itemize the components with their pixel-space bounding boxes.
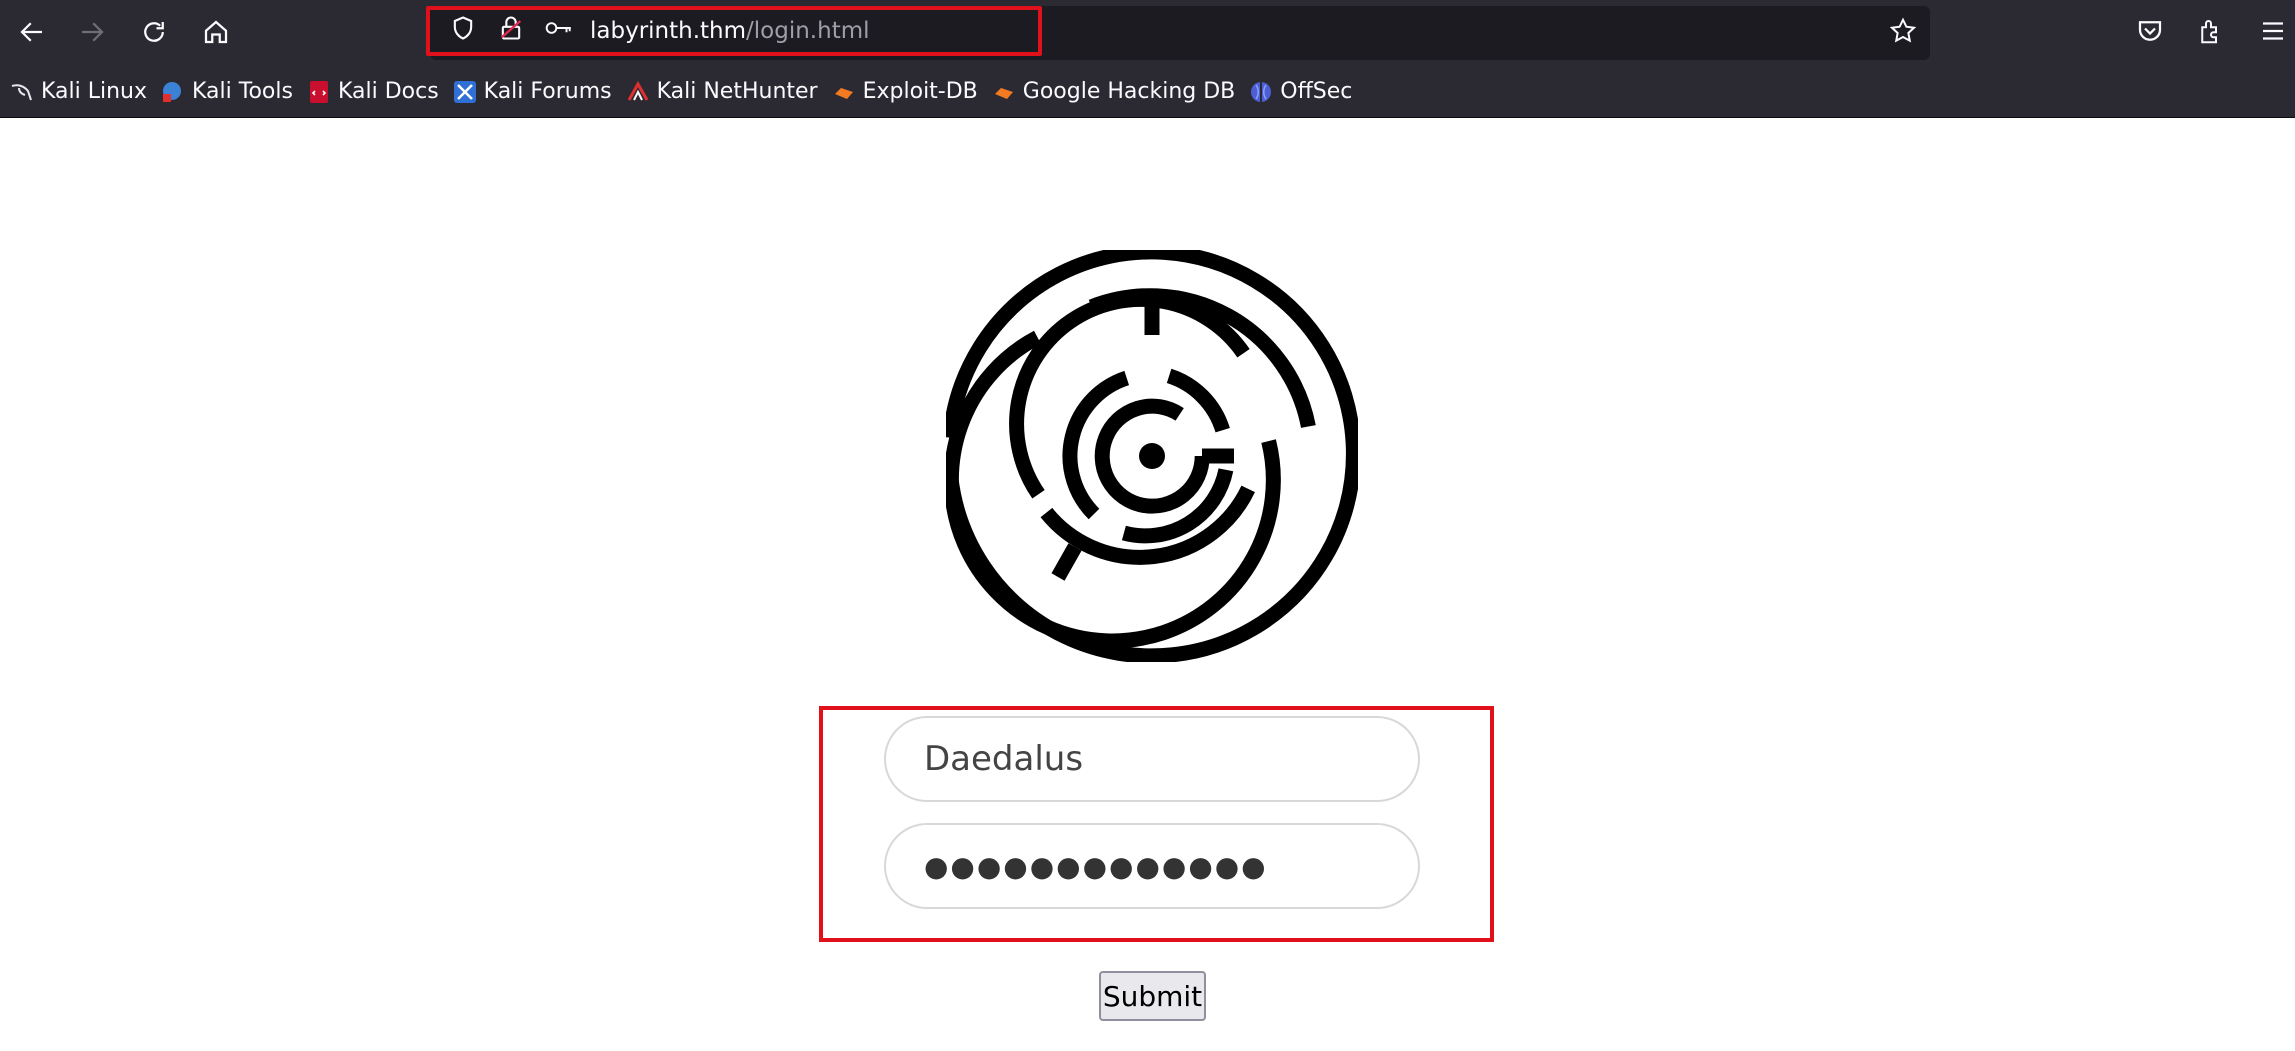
password-mask: ●●●●●●●●●●●●● [924, 849, 1268, 883]
bookmarks-bar: Kali Linux Kali Tools Kali Docs Kali For… [0, 66, 2295, 118]
bookmark-label: Kali NetHunter [656, 79, 818, 104]
password-input[interactable]: ●●●●●●●●●●●●● [884, 823, 1420, 909]
home-icon [204, 20, 228, 44]
username-input[interactable]: Daedalus [884, 716, 1420, 802]
bookmark-label: Kali Forums [483, 79, 612, 104]
shield-icon[interactable] [448, 13, 478, 43]
username-value: Daedalus [924, 739, 1084, 779]
url-text[interactable]: labyrinth.thm/login.html [590, 16, 870, 46]
bookmark-label: Kali Docs [337, 79, 439, 104]
bookmark-offsec[interactable]: OffSec [1249, 74, 1352, 110]
bookmark-label: Exploit-DB [862, 79, 978, 104]
url-host: labyrinth.thm [590, 18, 747, 44]
bookmark-label: Kali Linux [41, 79, 148, 104]
forward-button[interactable] [70, 10, 114, 54]
kali-forums-icon [453, 80, 477, 104]
kali-dragon-icon [10, 80, 34, 104]
maze-center-dot [1139, 443, 1165, 469]
extensions-icon[interactable] [2196, 16, 2226, 46]
bookmark-label: Google Hacking DB [1022, 79, 1236, 104]
reload-icon [144, 22, 164, 42]
bookmark-label: OffSec [1280, 79, 1353, 104]
bookmark-kali-nethunter[interactable]: Kali NetHunter [626, 74, 818, 110]
bookmark-kali-tools[interactable]: Kali Tools [161, 74, 293, 110]
back-arrow-icon [20, 22, 42, 42]
pocket-icon[interactable] [2135, 16, 2165, 46]
bookmark-kali-linux[interactable]: Kali Linux [10, 74, 147, 110]
key-icon[interactable] [544, 13, 574, 43]
bookmark-label: Kali Tools [192, 79, 293, 104]
reload-button[interactable] [132, 10, 176, 54]
kali-tools-icon [161, 80, 185, 104]
menu-icon[interactable] [2258, 16, 2288, 46]
insecure-lock-icon[interactable] [496, 13, 526, 43]
submit-button[interactable]: Submit [1099, 971, 1206, 1021]
bookmark-exploit-db[interactable]: Exploit-DB [832, 74, 978, 110]
exploit-db-icon [832, 80, 856, 104]
kali-docs-icon [307, 80, 331, 104]
back-button[interactable] [10, 10, 54, 54]
bookmark-google-hacking-db[interactable]: Google Hacking DB [992, 74, 1235, 110]
url-path: /login.html [746, 18, 870, 44]
bookmark-kali-docs[interactable]: Kali Docs [307, 74, 439, 110]
ghdb-icon [992, 80, 1016, 104]
bookmark-star-icon[interactable] [1888, 16, 1918, 46]
offsec-icon [1249, 80, 1273, 104]
forward-arrow-icon [82, 22, 104, 42]
browser-toolbar: labyrinth.thm/login.html [0, 0, 2295, 66]
home-button[interactable] [194, 10, 238, 54]
bookmark-kali-forums[interactable]: Kali Forums [453, 74, 612, 110]
labyrinth-logo [946, 250, 1358, 662]
nethunter-icon [626, 80, 650, 104]
